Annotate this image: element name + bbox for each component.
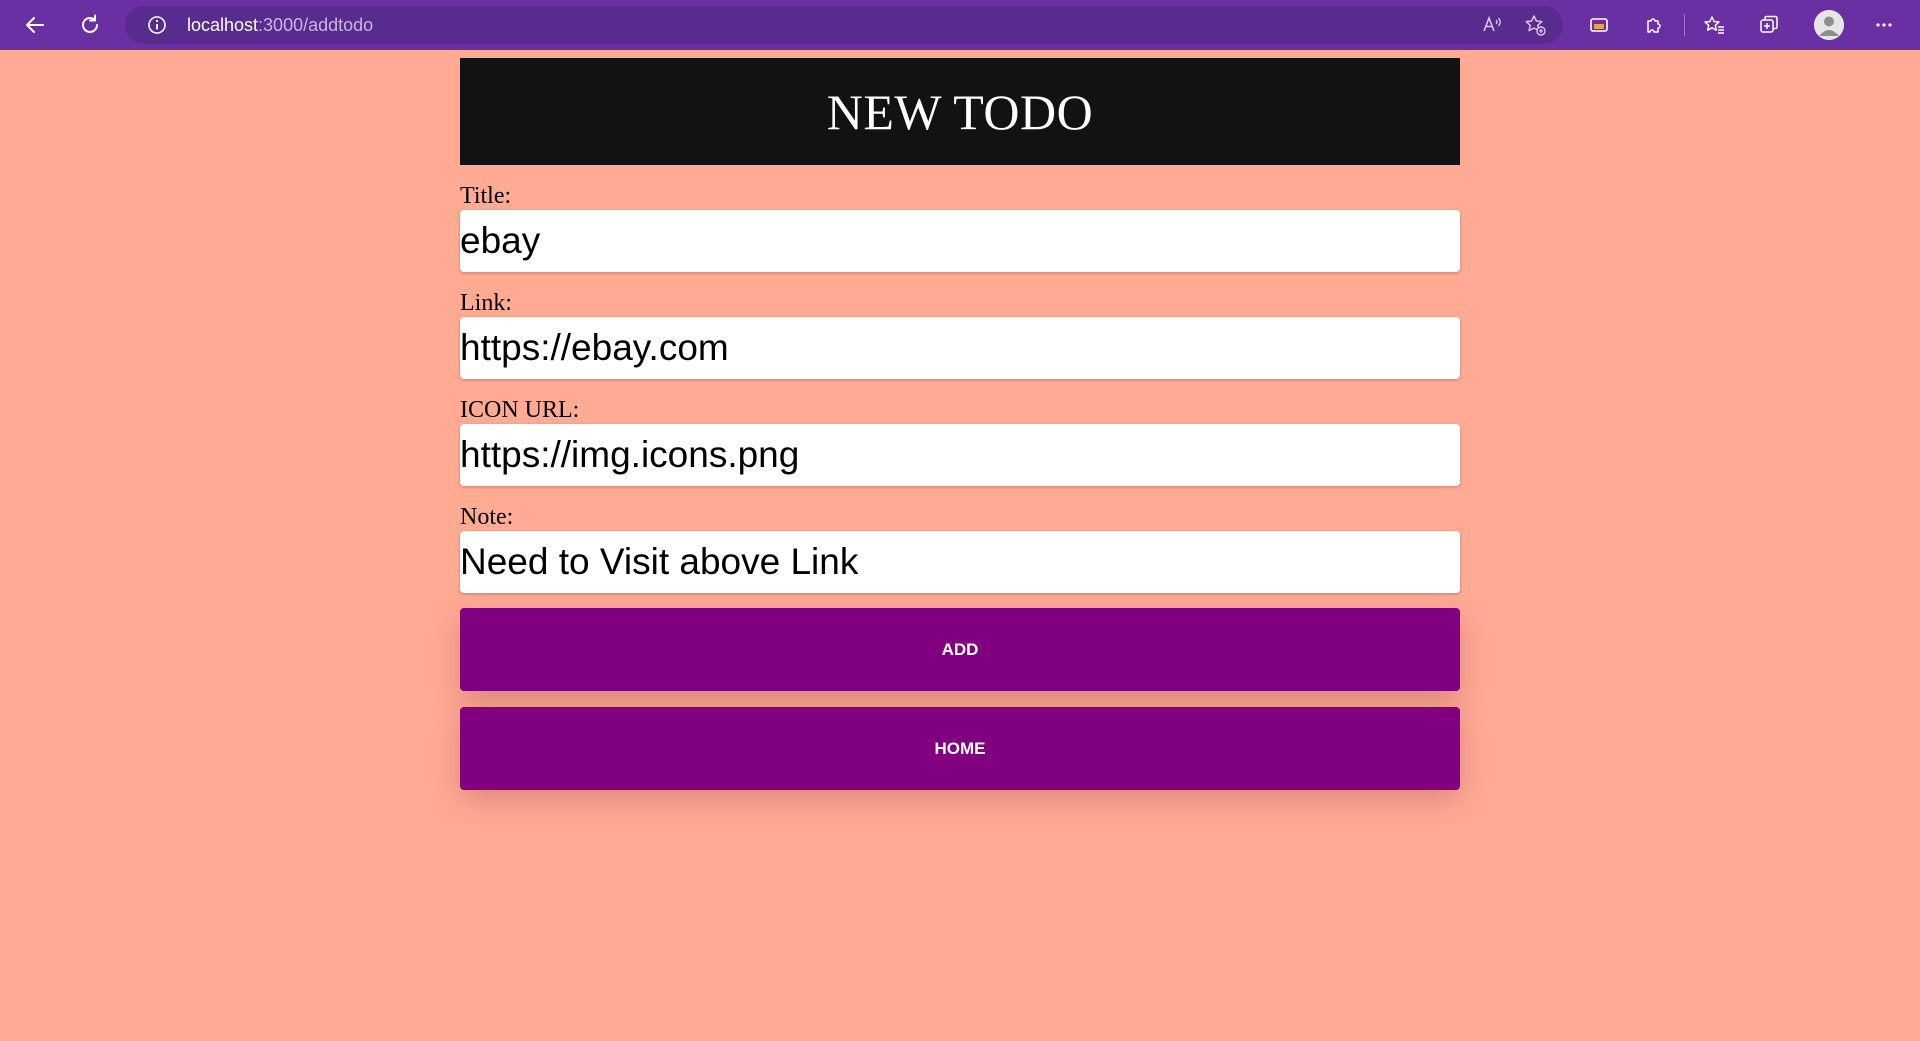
icon-url-label: ICON URL: <box>460 397 580 423</box>
extensions-button[interactable] <box>1638 9 1670 41</box>
icon-url-input[interactable] <box>460 424 1460 486</box>
address-bar[interactable]: localhost:3000/addtodo <box>125 6 1563 44</box>
home-button[interactable]: HOME <box>460 707 1460 790</box>
toolbar-separator <box>1684 14 1685 36</box>
note-field: Note: <box>460 503 1460 593</box>
favorites-icon <box>1704 16 1724 34</box>
title-field: Title: <box>460 182 1460 272</box>
refresh-button[interactable] <box>74 9 106 41</box>
browser-toolbar: localhost:3000/addtodo <box>0 0 1920 50</box>
note-input[interactable] <box>460 531 1460 593</box>
collections-icon <box>1760 15 1778 33</box>
link-label: Link: <box>460 290 512 316</box>
browser-apps-icon <box>1590 18 1608 32</box>
browser-apps-button[interactable] <box>1583 9 1615 41</box>
user-icon <box>1814 10 1844 40</box>
read-aloud-icon[interactable] <box>1480 13 1504 37</box>
title-input[interactable] <box>460 210 1460 272</box>
more-options-icon <box>1876 23 1892 27</box>
favorites-button[interactable] <box>1698 9 1730 41</box>
link-input[interactable] <box>460 317 1460 379</box>
icon-url-field: ICON URL: <box>460 396 1460 486</box>
url-text[interactable]: localhost:3000/addtodo <box>187 6 373 44</box>
refresh-icon <box>82 14 98 33</box>
page-title: NEW TODO <box>826 83 1094 140</box>
profile-avatar[interactable] <box>1814 10 1844 40</box>
back-button[interactable] <box>19 9 51 41</box>
puzzle-icon <box>1647 18 1661 33</box>
add-favorite-icon[interactable] <box>1523 13 1547 37</box>
url-host: localhost <box>187 15 259 35</box>
todo-form: NEW TODO Title: Link: ICON URL: Note: AD… <box>460 58 1460 790</box>
title-label: Title: <box>460 183 512 209</box>
back-arrow-icon <box>26 17 44 33</box>
collections-button[interactable] <box>1753 9 1785 41</box>
url-path: :3000/addtodo <box>258 15 374 35</box>
add-button[interactable]: ADD <box>460 608 1460 691</box>
note-label: Note: <box>460 504 514 530</box>
info-icon[interactable] <box>147 15 167 35</box>
settings-more-button[interactable] <box>1868 9 1900 41</box>
link-field: Link: <box>460 289 1460 379</box>
page-header: NEW TODO <box>460 58 1460 165</box>
